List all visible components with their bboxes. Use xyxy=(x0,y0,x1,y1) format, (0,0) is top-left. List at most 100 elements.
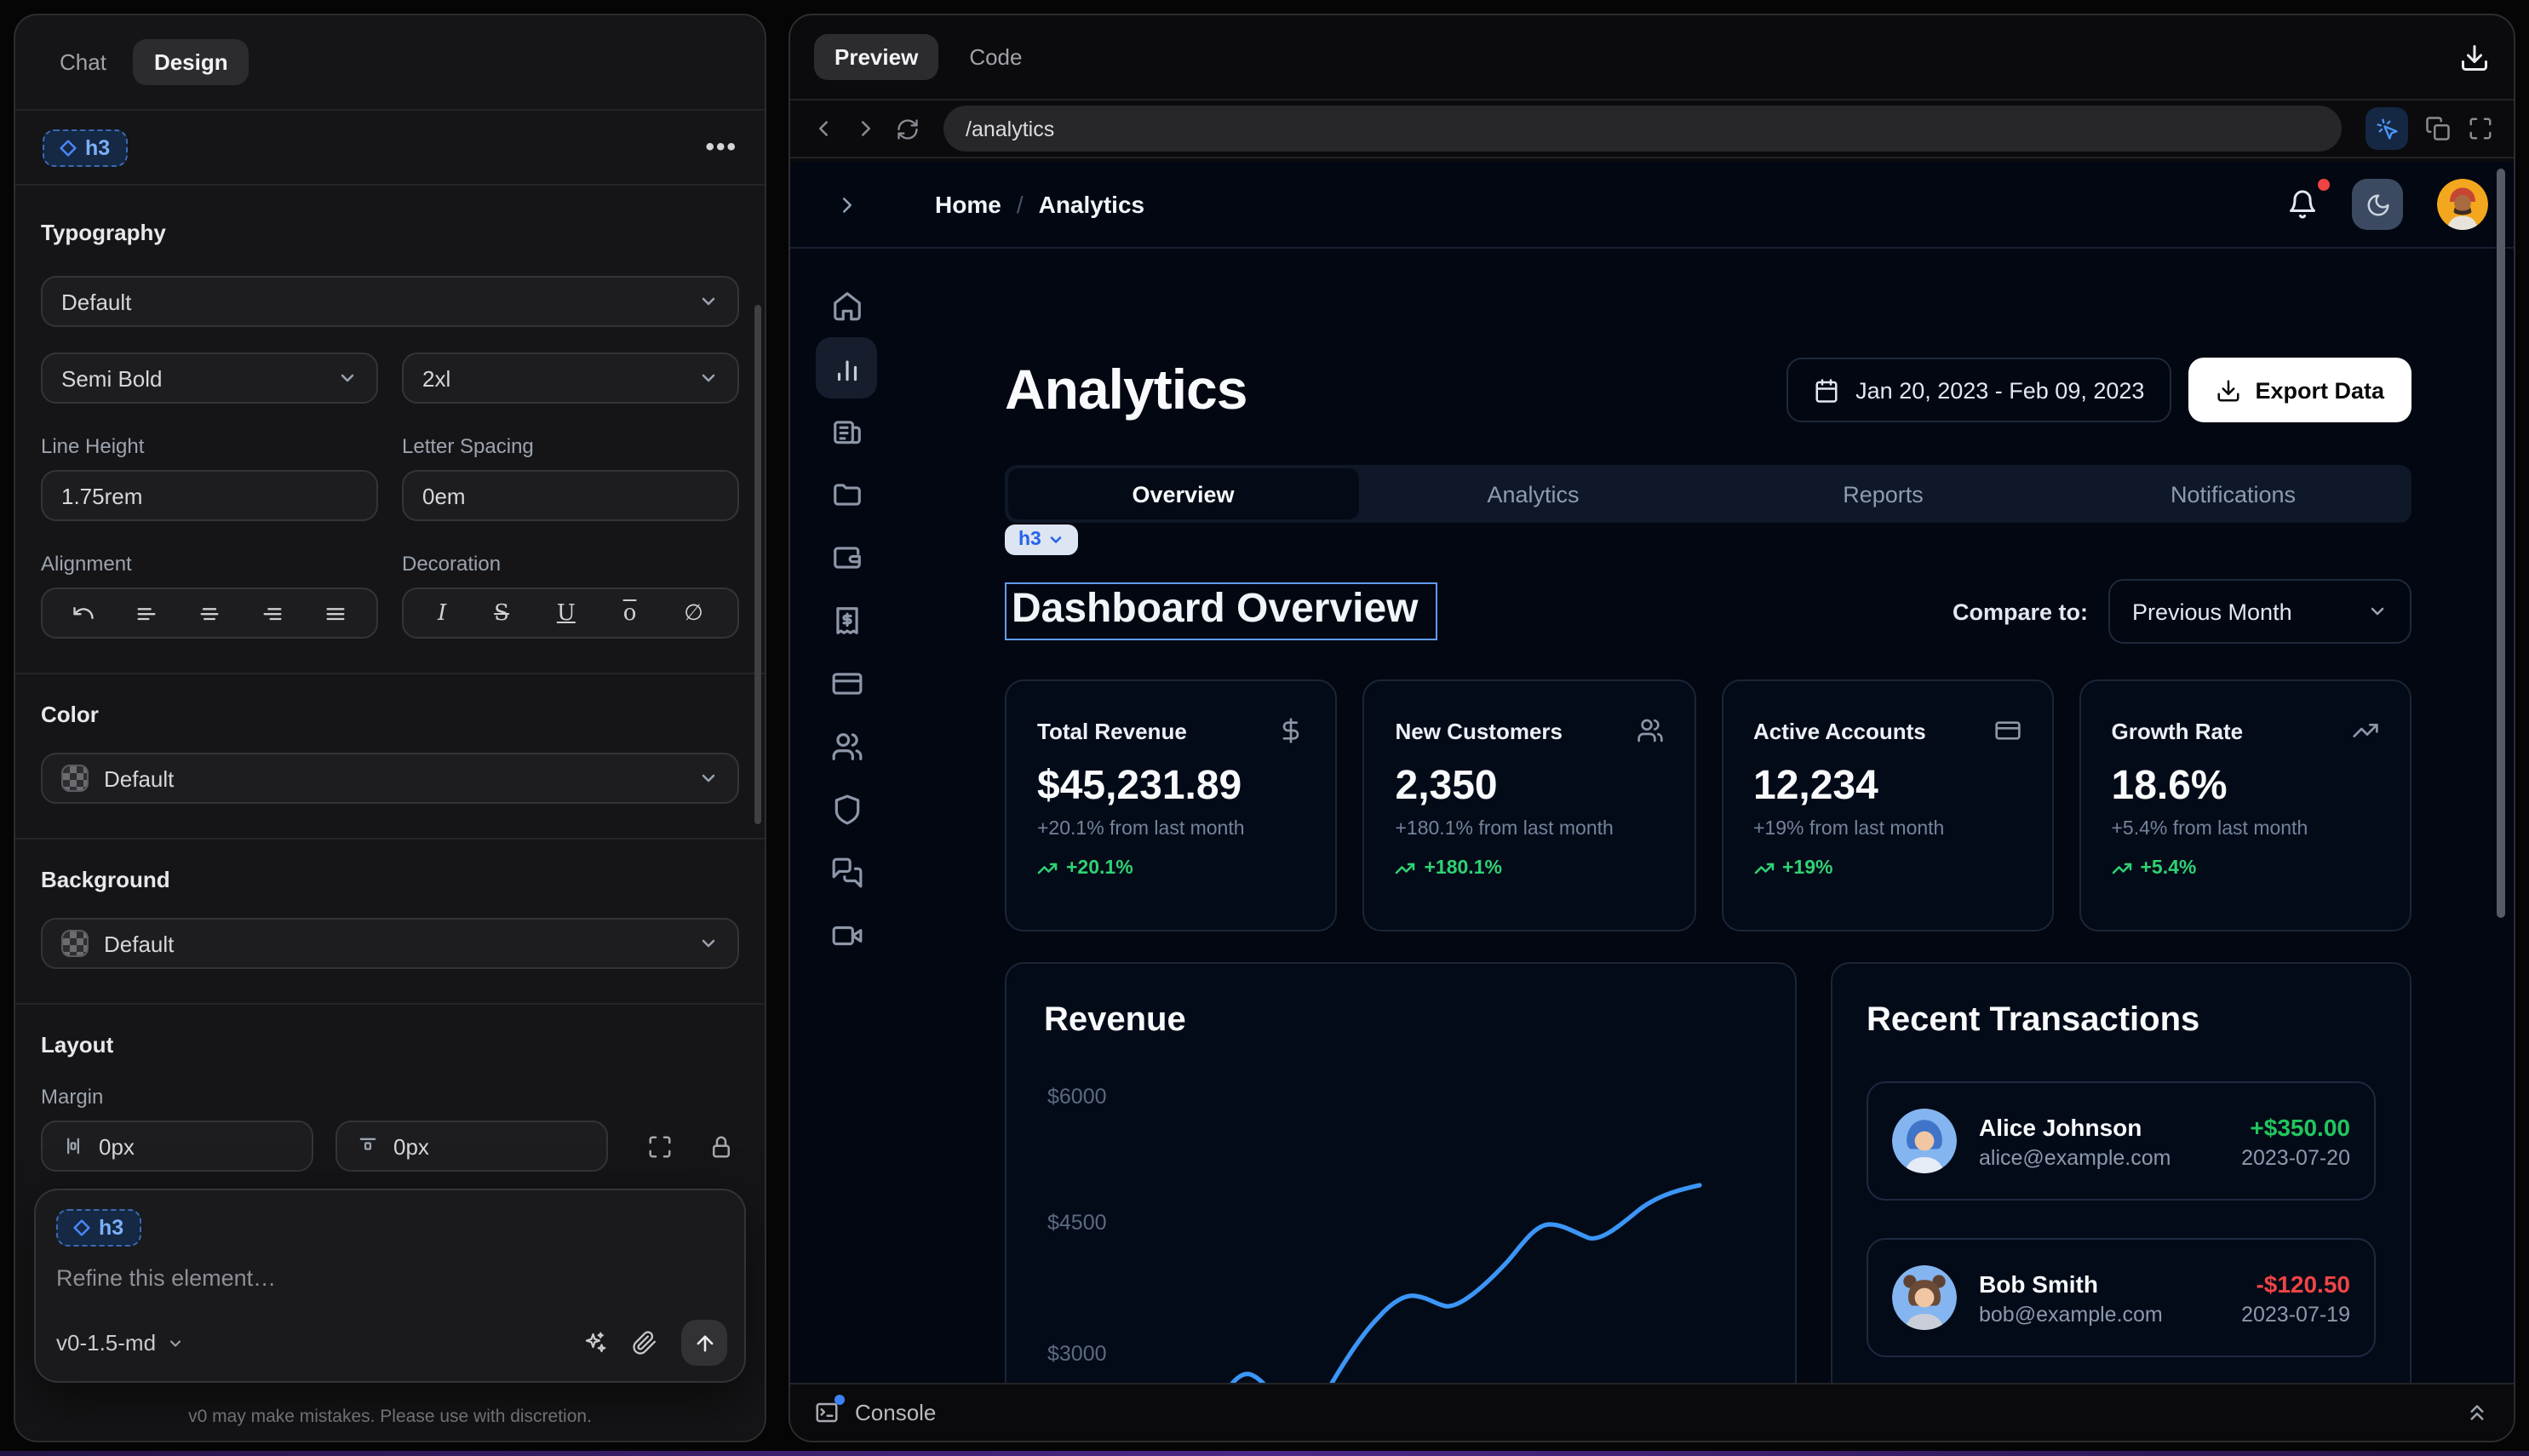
line-height-input[interactable]: 1.75rem xyxy=(41,470,378,521)
breadcrumb-current: Analytics xyxy=(1039,191,1145,218)
align-center-icon[interactable] xyxy=(198,601,221,625)
tab-notifications[interactable]: Notifications xyxy=(2058,468,2408,519)
lock-margin-icon[interactable] xyxy=(708,1133,734,1159)
font-weight-select[interactable]: Semi Bold xyxy=(41,353,378,404)
transaction-row[interactable]: Alice Johnson alice@example.com +$350.00… xyxy=(1867,1081,2376,1201)
element-tag-chip[interactable]: h3 xyxy=(1005,525,1079,555)
stat-delta-value: +20.1% xyxy=(1066,858,1133,879)
stat-value: 18.6% xyxy=(2112,763,2380,811)
stat-title: Total Revenue xyxy=(1037,718,1187,743)
fullscreen-icon[interactable] xyxy=(2468,116,2493,141)
select-element-tool[interactable] xyxy=(2366,107,2408,150)
export-data-button[interactable]: Export Data xyxy=(2188,358,2411,422)
expand-margin-icon[interactable] xyxy=(647,1133,673,1159)
url-input[interactable]: /analytics xyxy=(943,106,2342,152)
transaction-row[interactable]: Bob Smith bob@example.com -$120.50 2023-… xyxy=(1867,1238,2376,1357)
receipt-icon xyxy=(830,604,863,636)
transaction-date: 2023-07-20 xyxy=(2241,1145,2350,1169)
tab-design[interactable]: Design xyxy=(134,39,249,85)
sidebar-item-security[interactable] xyxy=(816,778,877,840)
margin-y-input[interactable]: 0px xyxy=(335,1121,608,1172)
decoration-toolbar: I S U o ∅ xyxy=(402,588,739,639)
console-bar[interactable]: Console xyxy=(790,1383,2514,1441)
preview-scrollbar[interactable] xyxy=(2497,169,2505,918)
sidebar-item-files[interactable] xyxy=(816,463,877,525)
design-panel-scrollbar[interactable] xyxy=(754,305,761,824)
console-label: Console xyxy=(855,1400,936,1425)
theme-toggle-button[interactable] xyxy=(2352,179,2403,230)
copy-icon[interactable] xyxy=(2425,116,2451,141)
refresh-icon[interactable] xyxy=(896,117,920,140)
overline-icon[interactable]: o xyxy=(623,600,637,626)
sidebar-item-wallet[interactable] xyxy=(816,526,877,588)
tab-chat[interactable]: Chat xyxy=(39,39,127,85)
font-select[interactable]: Default xyxy=(41,276,739,327)
chevron-down-icon xyxy=(698,291,719,312)
letter-spacing-value: 0em xyxy=(422,483,466,508)
preview-panel: Preview Code /analytics Home / Analytics xyxy=(789,14,2515,1442)
align-justify-icon[interactable] xyxy=(323,601,347,625)
wallet-icon xyxy=(830,541,863,573)
tab-analytics[interactable]: Analytics xyxy=(1358,468,1708,519)
sidebar-item-home[interactable] xyxy=(816,274,877,335)
back-icon[interactable] xyxy=(811,116,836,141)
font-size-select[interactable]: 2xl xyxy=(402,353,739,404)
sparkles-icon[interactable] xyxy=(582,1330,608,1356)
selected-heading[interactable]: Dashboard Overview xyxy=(1005,582,1437,640)
stat-value: 12,234 xyxy=(1753,763,2021,811)
background-value: Default xyxy=(104,931,174,956)
sidebar-item-analytics[interactable] xyxy=(816,337,877,398)
submit-button[interactable] xyxy=(681,1320,727,1366)
chevron-down-icon xyxy=(337,368,358,388)
messages-icon xyxy=(830,856,863,888)
refine-input[interactable]: Refine this element… xyxy=(56,1265,724,1291)
margin-x-input[interactable]: 0px xyxy=(41,1121,313,1172)
sidebar-item-customers[interactable] xyxy=(816,715,877,777)
selected-element-chip[interactable]: h3 xyxy=(43,129,127,166)
paperclip-icon[interactable] xyxy=(632,1330,657,1356)
disclaimer-text: v0 may make mistakes. Please use with di… xyxy=(15,1407,765,1427)
align-left-icon[interactable] xyxy=(135,601,158,625)
color-select[interactable]: Default xyxy=(41,753,739,804)
strikethrough-icon[interactable]: S xyxy=(494,600,509,626)
margin-label: Margin xyxy=(41,1085,739,1109)
trending-up-icon xyxy=(1753,858,1774,879)
video-icon xyxy=(830,919,863,951)
model-select[interactable]: v0-1.5-md xyxy=(56,1330,183,1356)
breadcrumb-home[interactable]: Home xyxy=(935,191,1001,218)
compare-select[interactable]: Previous Month xyxy=(2108,579,2411,644)
notification-badge xyxy=(2318,179,2330,191)
font-size-value: 2xl xyxy=(422,365,450,391)
letter-spacing-input[interactable]: 0em xyxy=(402,470,739,521)
alignment-toolbar xyxy=(41,588,378,639)
font-select-value: Default xyxy=(61,289,131,314)
sidebar-item-video[interactable] xyxy=(816,904,877,966)
more-options-icon[interactable]: ••• xyxy=(705,133,737,162)
download-icon[interactable] xyxy=(2459,42,2490,72)
tab-code[interactable]: Code xyxy=(949,34,1042,80)
forward-icon[interactable] xyxy=(853,116,879,141)
selected-element-row: h3 ••• xyxy=(15,111,765,186)
user-avatar[interactable] xyxy=(2437,179,2488,230)
sidebar-item-invoices[interactable] xyxy=(816,400,877,461)
composer-element-chip[interactable]: h3 xyxy=(56,1209,140,1247)
sidebar-item-cards[interactable] xyxy=(816,652,877,714)
date-range-button[interactable]: Jan 20, 2023 - Feb 09, 2023 xyxy=(1786,358,2171,422)
tab-preview[interactable]: Preview xyxy=(814,34,938,80)
italic-icon[interactable]: I xyxy=(438,600,446,626)
background-select[interactable]: Default xyxy=(41,918,739,969)
underline-icon[interactable]: U xyxy=(557,600,576,626)
preview-browser-bar: /analytics xyxy=(790,99,2514,158)
transaction-email: bob@example.com xyxy=(1979,1302,2163,1326)
tab-reports[interactable]: Reports xyxy=(1708,468,2058,519)
chevrons-up-icon[interactable] xyxy=(2464,1400,2490,1425)
sidebar-item-billing[interactable] xyxy=(816,589,877,651)
sidebar-item-messages[interactable] xyxy=(816,841,877,903)
home-icon xyxy=(830,289,863,321)
no-decoration-icon[interactable]: ∅ xyxy=(684,600,703,626)
notifications-button[interactable] xyxy=(2287,189,2318,220)
sidebar-toggle-icon[interactable] xyxy=(834,192,860,217)
undo-icon[interactable] xyxy=(72,601,96,625)
align-right-icon[interactable] xyxy=(261,601,284,625)
tab-overview[interactable]: Overview xyxy=(1008,468,1358,519)
